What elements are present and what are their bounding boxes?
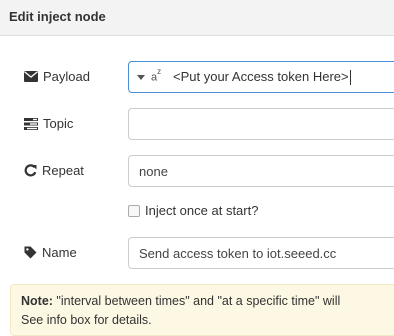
- note-text-2: See info box for details.: [21, 313, 152, 327]
- topic-label-text: Topic: [43, 116, 74, 131]
- note-text-1: "interval between times" and "at a speci…: [52, 294, 341, 308]
- repeat-icon: [24, 164, 37, 177]
- string-type-icon[interactable]: az: [151, 68, 165, 84]
- inject-once-row[interactable]: Inject once at start?: [128, 203, 258, 218]
- tag-icon: [24, 246, 37, 259]
- caret-down-icon[interactable]: [137, 74, 147, 80]
- topic-label: Topic: [24, 116, 73, 131]
- note-box: Note: "interval between times" and "at a…: [10, 284, 394, 336]
- name-input[interactable]: Send access token to iot.seeed.cc: [128, 237, 394, 269]
- text-cursor: [349, 70, 351, 86]
- topic-input[interactable]: [128, 108, 394, 140]
- payload-label-text: Payload: [43, 69, 90, 84]
- payload-input[interactable]: az <Put your Access token Here>: [128, 61, 394, 93]
- name-label-text: Name: [42, 245, 77, 260]
- payload-label: Payload: [24, 69, 90, 84]
- dialog-title: Edit inject node: [9, 9, 106, 24]
- note-line-1: Note: "interval between times" and "at a…: [21, 292, 394, 311]
- repeat-row: Repeat none: [0, 155, 394, 187]
- inject-once-label: Inject once at start?: [145, 203, 259, 218]
- name-label: Name: [24, 245, 77, 260]
- repeat-value: none: [139, 163, 168, 179]
- note-title: Note:: [21, 294, 53, 308]
- payload-value: <Put your Access token Here>: [173, 68, 351, 86]
- payload-row: Payload az <Put your Access token Here>: [0, 61, 394, 93]
- repeat-label-text: Repeat: [42, 163, 84, 178]
- name-row: Name Send access token to iot.seeed.cc: [0, 237, 394, 269]
- name-value: Send access token to iot.seeed.cc: [139, 245, 337, 261]
- repeat-label: Repeat: [24, 163, 84, 178]
- tasks-icon: [24, 117, 38, 130]
- inject-once-checkbox[interactable]: [128, 204, 140, 217]
- topic-row: Topic: [0, 108, 394, 140]
- envelope-icon: [24, 71, 38, 82]
- dialog-header: Edit inject node: [0, 0, 394, 36]
- repeat-select[interactable]: none: [128, 155, 394, 187]
